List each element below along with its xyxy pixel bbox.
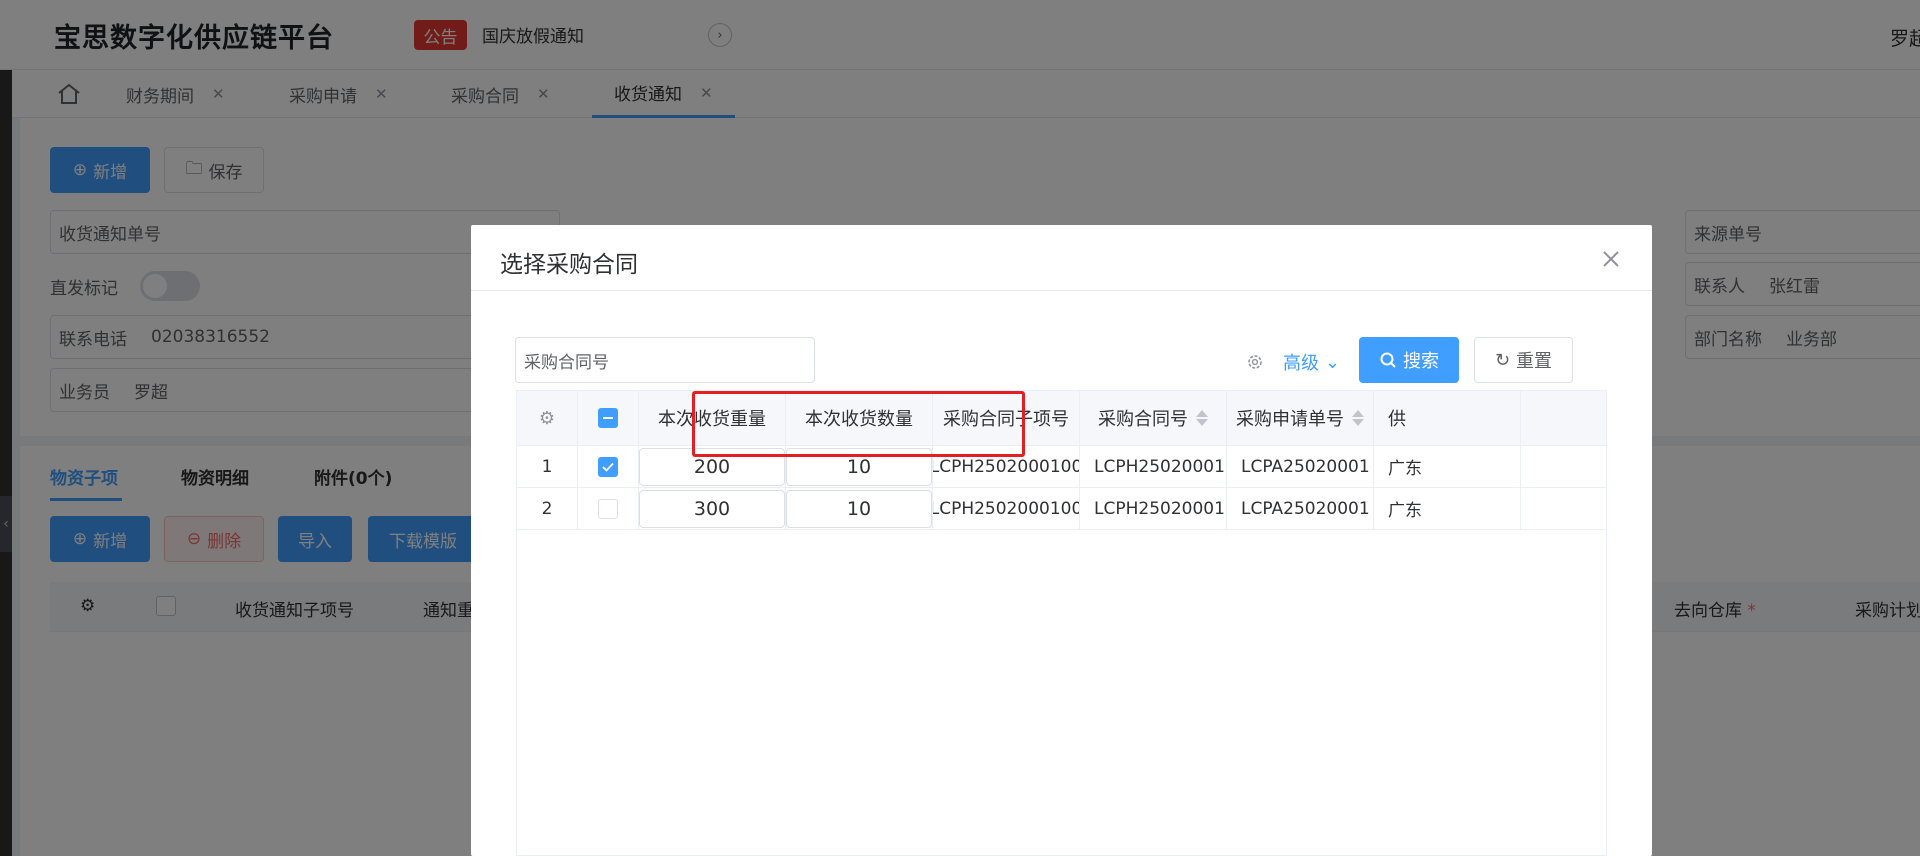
request-no-cell: LCPA25020001: [1227, 488, 1374, 529]
search-button[interactable]: 搜索: [1359, 337, 1459, 383]
dialog-divider: [471, 290, 1652, 291]
column-settings[interactable]: ⚙: [517, 391, 578, 445]
contract-table: ⚙ 本次收货重量 本次收货数量 采购合同子项号 采购合同号 采购申请单号 供 1…: [516, 390, 1607, 856]
receipt-qty-input[interactable]: 10: [786, 489, 932, 528]
row-index: 1: [517, 446, 578, 487]
qty-cell: 10: [786, 488, 933, 529]
select-all-checkbox[interactable]: [598, 408, 618, 428]
contract-no-search-input[interactable]: 采购合同号: [515, 337, 815, 383]
table-header-row: ⚙ 本次收货重量 本次收货数量 采购合同子项号 采购合同号 采购申请单号 供: [517, 391, 1606, 446]
row-checkbox-cell[interactable]: [578, 446, 639, 487]
table-row[interactable]: 1 200 10 LCPH2502000100 LCPH25020001 LCP…: [517, 446, 1606, 488]
gear-icon[interactable]: [1246, 353, 1264, 371]
col-contract-no[interactable]: 采购合同号: [1080, 391, 1227, 445]
sort-icon[interactable]: [1352, 410, 1364, 426]
contract-no-cell: LCPH25020001: [1080, 488, 1227, 529]
select-all-cell[interactable]: [578, 391, 639, 445]
dialog-title: 选择采购合同: [500, 252, 638, 278]
contract-sub-no-cell: LCPH2502000100: [933, 488, 1080, 529]
sort-icon[interactable]: [1196, 410, 1208, 426]
receipt-weight-input[interactable]: 300: [639, 489, 785, 528]
refresh-icon: ↻: [1494, 349, 1511, 371]
gear-icon[interactable]: ⚙: [539, 408, 555, 429]
weight-cell: 300: [639, 488, 786, 529]
chevron-down-icon: ⌄: [1325, 351, 1341, 373]
row-checkbox[interactable]: [598, 498, 618, 519]
search-icon: [1380, 352, 1396, 368]
reset-button[interactable]: ↻ 重置: [1474, 337, 1573, 383]
close-icon[interactable]: [1599, 247, 1623, 271]
highlight-annotation-box: [692, 391, 1025, 457]
select-contract-dialog: 选择采购合同 采购合同号 高级 ⌄ 搜索 ↻ 重置 ⚙ 本次收货重量 本次收货数量…: [471, 225, 1652, 856]
col-supplier-partial: 供: [1374, 391, 1521, 445]
request-no-cell: LCPA25020001: [1227, 446, 1374, 487]
row-checkbox[interactable]: [598, 456, 618, 477]
contract-no-cell: LCPH25020001: [1080, 446, 1227, 487]
advanced-toggle[interactable]: 高级 ⌄: [1283, 349, 1340, 375]
supplier-cell: 广东: [1374, 488, 1521, 529]
supplier-cell: 广东: [1374, 446, 1521, 487]
table-row[interactable]: 2 300 10 LCPH2502000100 LCPH25020001 LCP…: [517, 488, 1606, 530]
check-icon: [602, 462, 614, 472]
row-index: 2: [517, 488, 578, 529]
col-request-no[interactable]: 采购申请单号: [1227, 391, 1374, 445]
row-checkbox-cell[interactable]: [578, 488, 639, 529]
